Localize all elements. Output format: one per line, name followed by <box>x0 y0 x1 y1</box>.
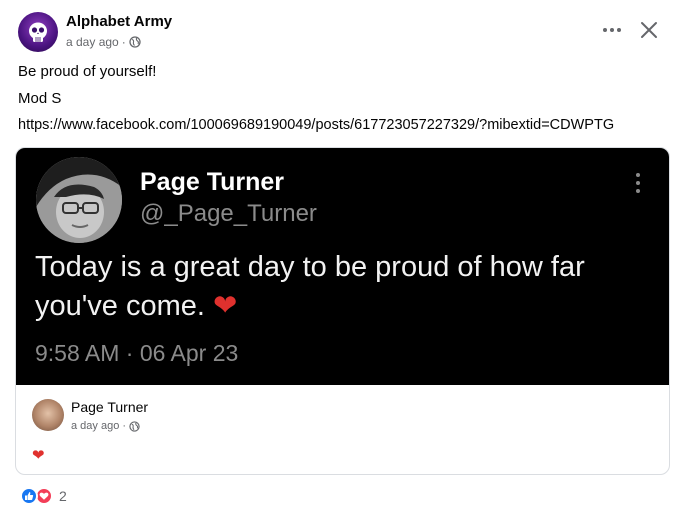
close-icon <box>641 22 657 38</box>
globe-icon[interactable] <box>129 36 141 48</box>
tweet-author-name: Page Turner <box>140 168 285 196</box>
vertical-more-icon <box>636 173 640 193</box>
shared-post-card[interactable]: Page Turner @_Page_Turner Today is a gre… <box>15 147 670 475</box>
skull-logo-icon <box>29 22 47 42</box>
page-avatar[interactable] <box>18 12 58 52</box>
reaction-count[interactable]: 2 <box>59 488 67 504</box>
tweet-text-line-1: Today is a great day to be proud of how … <box>35 251 585 283</box>
thumbs-up-icon <box>25 492 34 500</box>
facebook-post: Alphabet Army a day ago · Be proud of yo… <box>0 0 682 517</box>
tweet-handle: @_Page_Turner <box>140 200 317 227</box>
post-meta: a day ago · <box>66 35 141 49</box>
more-icon <box>603 28 621 32</box>
tweet-image[interactable]: Page Turner @_Page_Turner Today is a gre… <box>16 148 669 385</box>
globe-icon[interactable] <box>129 420 140 432</box>
heart-icon: ❤ <box>213 290 238 322</box>
more-options-button[interactable] <box>600 18 624 42</box>
profile-photo-icon <box>36 157 122 243</box>
like-reaction-icon <box>20 487 38 505</box>
shared-author[interactable]: Page Turner <box>71 399 148 415</box>
tweet-more <box>628 170 648 196</box>
tweet-avatar <box>36 157 122 243</box>
post-author[interactable]: Alphabet Army <box>66 13 172 30</box>
tweet-text-line-2: you've come. <box>35 290 205 322</box>
shared-meta: a day ago · <box>71 420 140 432</box>
post-time[interactable]: a day ago <box>66 35 119 49</box>
meta-separator: · <box>121 35 126 49</box>
reaction-summary[interactable]: 2 <box>20 487 67 505</box>
shared-post-body: ❤ <box>32 447 45 464</box>
tweet-text-line-2-wrap: you've come. ❤ <box>35 287 645 326</box>
shared-author-avatar[interactable] <box>32 399 64 431</box>
post-text-line-2: Mod S <box>18 90 62 107</box>
heart-icon <box>39 492 49 500</box>
shared-meta-separator: · <box>122 420 126 432</box>
tweet-timestamp: 9:58 AM · 06 Apr 23 <box>35 340 239 366</box>
shared-time[interactable]: a day ago <box>71 420 119 432</box>
post-text-line-1: Be proud of yourself! <box>18 63 157 80</box>
post-link[interactable]: https://www.facebook.com/100069689190049… <box>18 117 614 133</box>
tweet-text: Today is a great day to be proud of how … <box>35 248 645 326</box>
close-button[interactable] <box>637 18 661 42</box>
